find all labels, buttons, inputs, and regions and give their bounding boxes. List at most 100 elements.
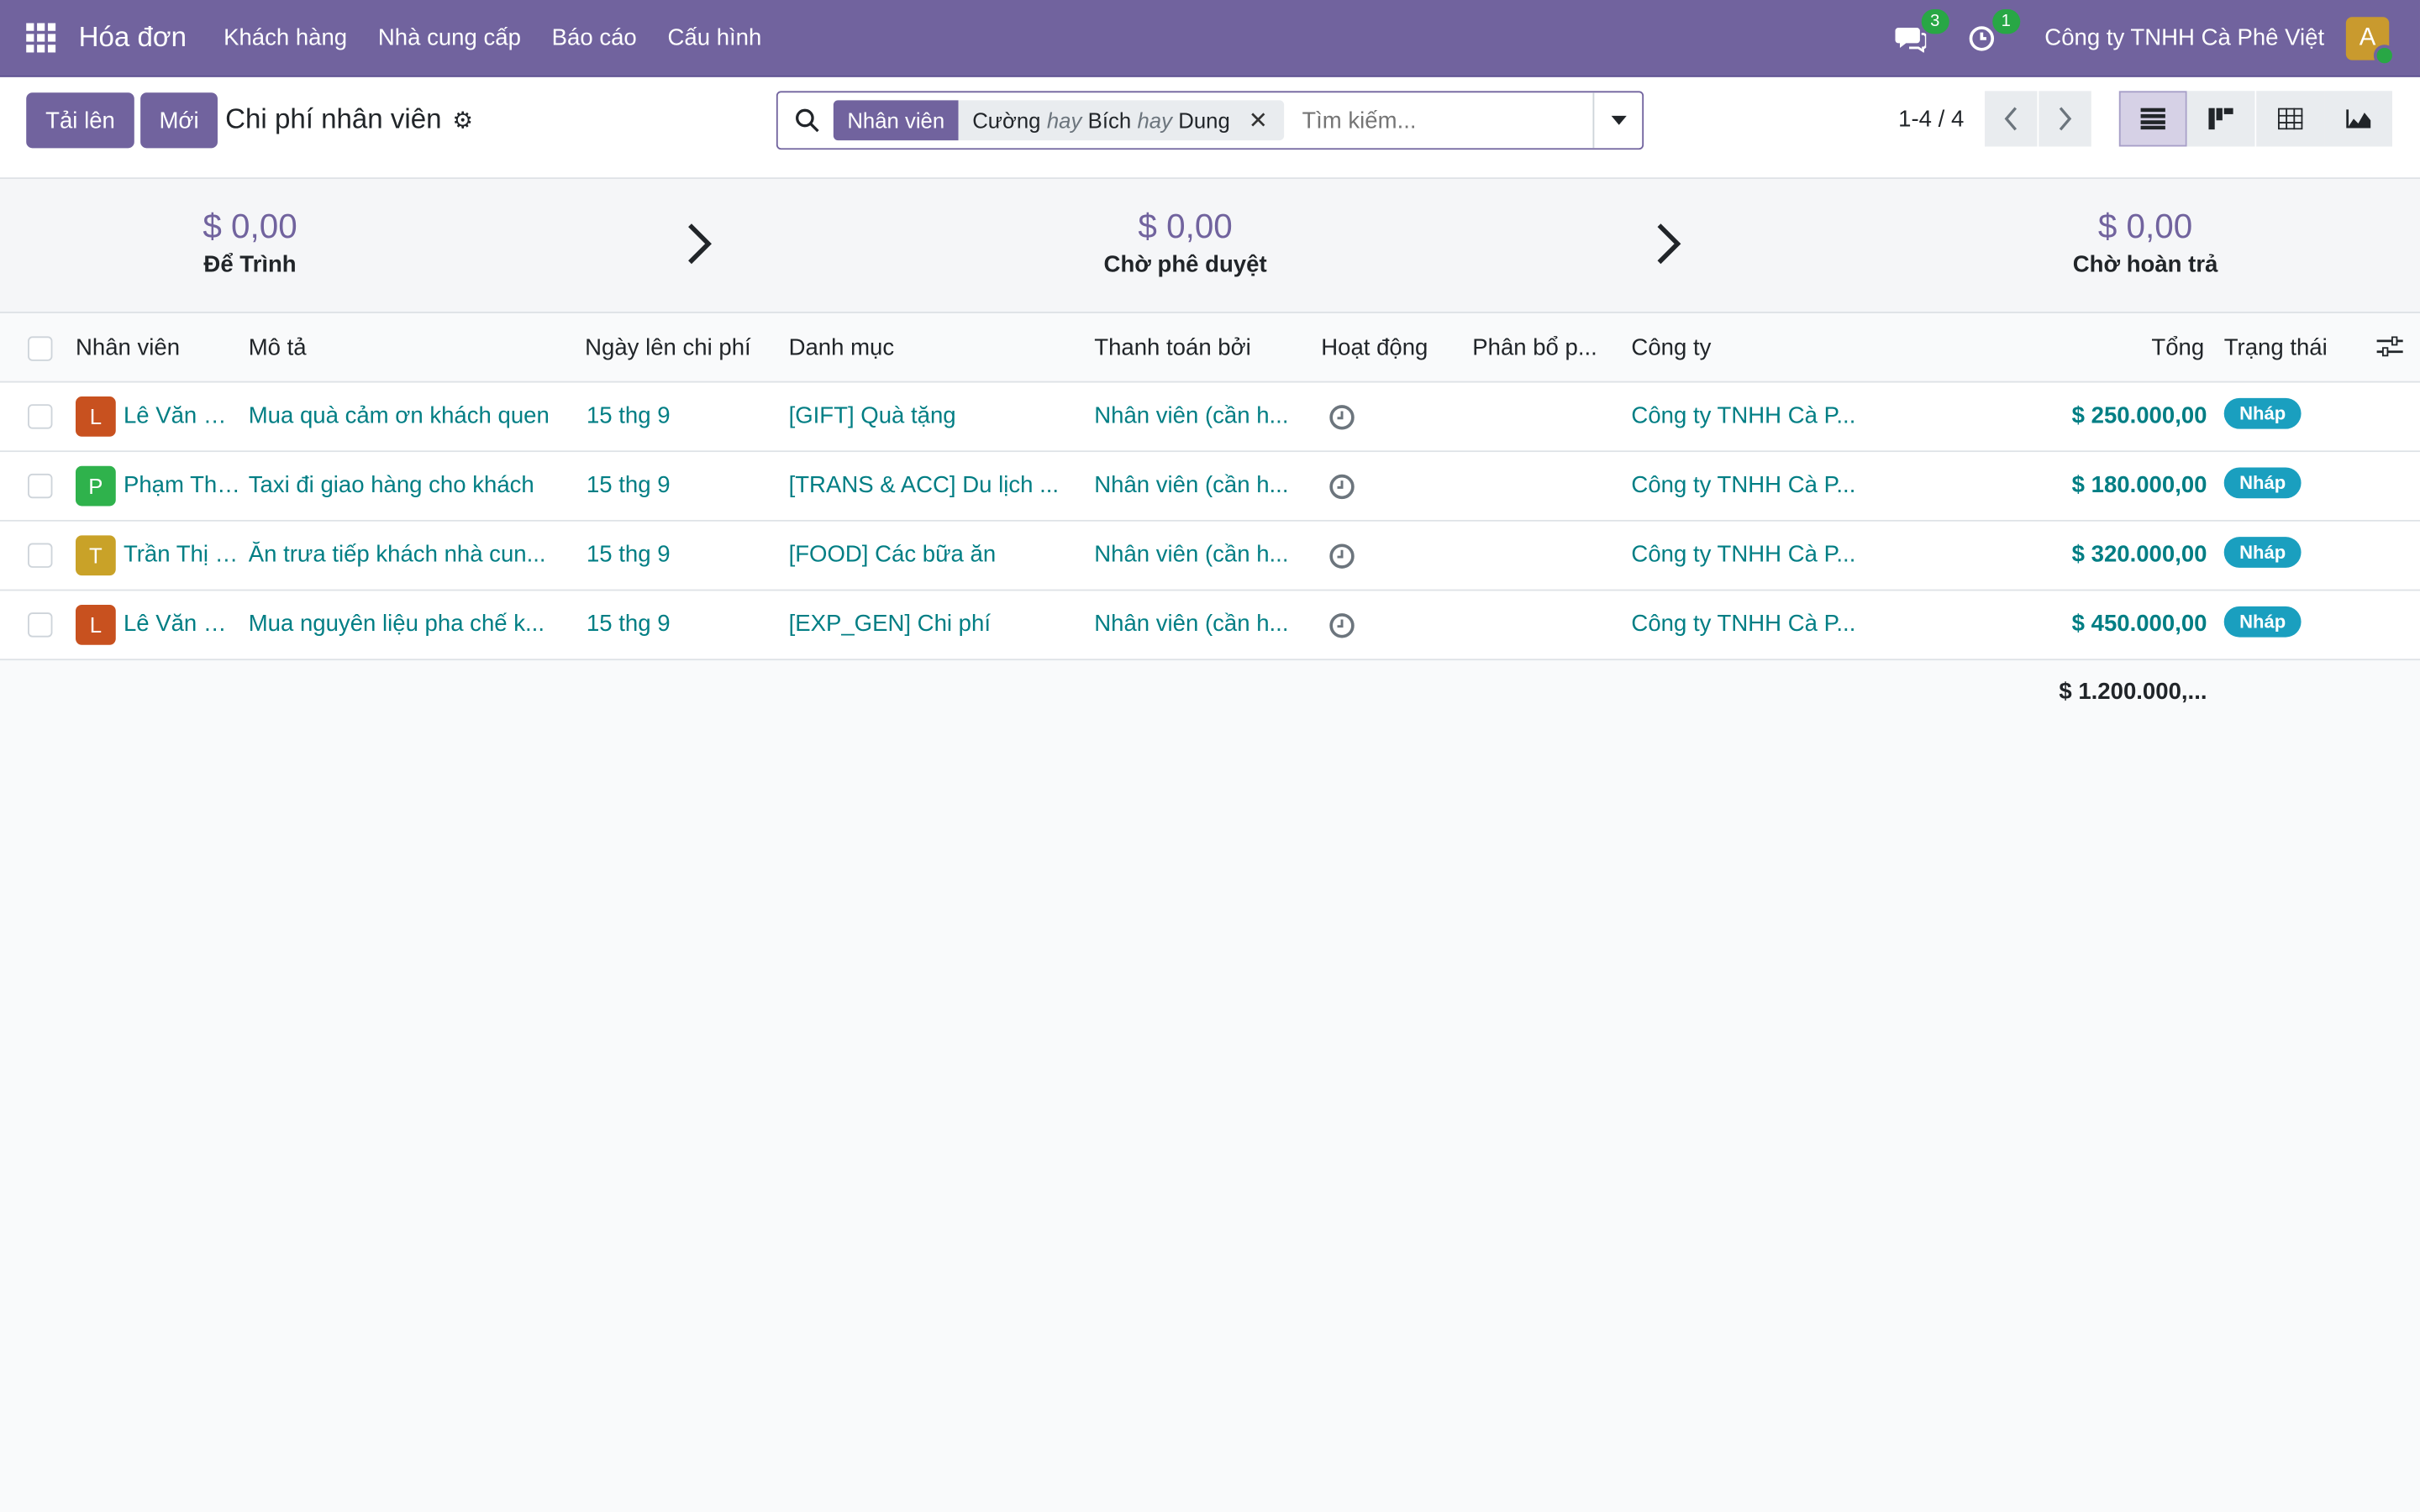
activity-clock-icon[interactable] bbox=[1328, 404, 1355, 437]
activity-clock-icon[interactable] bbox=[1328, 474, 1355, 507]
facet-label: Nhân viên bbox=[833, 100, 959, 141]
search-options-toggle[interactable] bbox=[1592, 92, 1643, 149]
cell-date[interactable]: 15 thg 9 bbox=[587, 472, 671, 498]
employee-avatar: P bbox=[75, 465, 116, 507]
employee-avatar: T bbox=[75, 535, 116, 576]
list-icon bbox=[2140, 108, 2165, 130]
apps-menu-icon[interactable] bbox=[26, 21, 60, 55]
cell-description[interactable]: Taxi đi giao hàng cho khách bbox=[249, 472, 566, 498]
facet-value: Dung bbox=[1178, 108, 1230, 133]
column-header-status[interactable]: Trạng thái bbox=[2224, 335, 2328, 361]
cell-employee[interactable]: Phạm Thị Dung bbox=[124, 472, 241, 498]
menu-item-vendors[interactable]: Nhà cung cấp bbox=[378, 24, 521, 50]
cell-category[interactable]: [GIFT] Quà tặng bbox=[789, 402, 1075, 428]
table-row[interactable]: T Trần Thị Bích Ăn trưa tiếp khách nhà c… bbox=[0, 521, 2420, 591]
cell-total[interactable]: $ 320.000,00 bbox=[2072, 542, 2207, 568]
row-checkbox[interactable] bbox=[28, 404, 53, 429]
cell-description[interactable]: Mua quà cảm ơn khách quen bbox=[249, 402, 566, 428]
facet-remove-icon[interactable]: ✕ bbox=[1249, 107, 1268, 134]
cell-category[interactable]: [TRANS & ACC] Du lịch ... bbox=[789, 472, 1075, 498]
cell-paid-by[interactable]: Nhân viên (cần h... bbox=[1094, 402, 1288, 428]
column-header-activity[interactable]: Hoạt động bbox=[1321, 335, 1428, 361]
pivot-view-button[interactable] bbox=[2256, 91, 2325, 147]
select-all-checkbox[interactable] bbox=[28, 336, 53, 361]
column-header-category[interactable]: Danh mục bbox=[789, 335, 895, 361]
column-header-description[interactable]: Mô tả bbox=[249, 335, 307, 361]
activities-button[interactable]: 1 bbox=[1961, 8, 2020, 58]
cell-total[interactable]: $ 180.000,00 bbox=[2072, 472, 2207, 498]
cell-paid-by[interactable]: Nhân viên (cần h... bbox=[1094, 472, 1288, 498]
user-avatar[interactable]: A bbox=[2345, 16, 2396, 66]
search-input[interactable] bbox=[1298, 105, 1568, 135]
activity-clock-icon[interactable] bbox=[1328, 543, 1355, 576]
table-row[interactable]: P Phạm Thị Dung Taxi đi giao hàng cho kh… bbox=[0, 452, 2420, 522]
graph-view-button[interactable] bbox=[2324, 91, 2392, 147]
menu-item-customers[interactable]: Khách hàng bbox=[224, 24, 347, 50]
cell-company[interactable]: Công ty TNHH Cà P... bbox=[1631, 402, 1855, 428]
cell-paid-by[interactable]: Nhân viên (cần h... bbox=[1094, 542, 1288, 568]
column-header-analytic[interactable]: Phân bổ p... bbox=[1472, 335, 1597, 361]
list-view-button[interactable] bbox=[2118, 91, 2187, 147]
company-switcher[interactable]: Công ty TNHH Cà Phê Việt bbox=[2044, 24, 2324, 50]
column-header-total[interactable]: Tổng bbox=[2151, 335, 2204, 361]
app-name[interactable]: Hóa đơn bbox=[79, 22, 187, 55]
stage-to-reimburse[interactable]: $ 0,00 Chờ hoàn trả bbox=[1991, 207, 2299, 277]
table-row[interactable]: L Lê Văn Cường Mua nguyên liệu pha chế k… bbox=[0, 591, 2420, 661]
facet-value: Cường bbox=[972, 108, 1041, 133]
kanban-icon bbox=[2208, 108, 2233, 130]
search-facet[interactable]: Nhân viên Cường hay Bích hay Dung ✕ bbox=[833, 100, 1284, 141]
pager-next-button[interactable] bbox=[2039, 91, 2091, 147]
table-row[interactable]: L Lê Văn Cường Mua quà cảm ơn khách quen… bbox=[0, 382, 2420, 453]
cell-description[interactable]: Ăn trưa tiếp khách nhà cun... bbox=[249, 542, 566, 568]
row-checkbox[interactable] bbox=[28, 612, 53, 638]
column-header-date[interactable]: Ngày lên chi phí bbox=[585, 335, 751, 361]
cell-date[interactable]: 15 thg 9 bbox=[587, 611, 671, 637]
upload-button[interactable]: Tải lên bbox=[26, 92, 134, 149]
facet-value: Bích bbox=[1087, 108, 1132, 133]
page-title: Chi phí nhân viên ⚙ bbox=[225, 103, 473, 136]
cell-total[interactable]: $ 450.000,00 bbox=[2072, 611, 2207, 637]
search-icon[interactable] bbox=[784, 108, 830, 133]
column-header-company[interactable]: Công ty bbox=[1631, 335, 1711, 361]
cell-category[interactable]: [FOOD] Các bữa ăn bbox=[789, 542, 1075, 568]
cell-date[interactable]: 15 thg 9 bbox=[587, 402, 671, 428]
pager-previous-button[interactable] bbox=[1985, 91, 2038, 147]
stage-to-approve[interactable]: $ 0,00 Chờ phê duyệt bbox=[1031, 207, 1339, 277]
user-initial: A bbox=[2359, 24, 2376, 50]
cell-company[interactable]: Công ty TNHH Cà P... bbox=[1631, 611, 1855, 637]
facet-or: hay bbox=[1046, 108, 1082, 133]
pager-value[interactable]: 1-4 / 4 bbox=[1898, 107, 1964, 133]
status-badge: Nháp bbox=[2223, 467, 2302, 499]
chevron-left-icon bbox=[2004, 107, 2018, 131]
cell-employee[interactable]: Lê Văn Cường bbox=[124, 402, 241, 428]
cell-description[interactable]: Mua nguyên liệu pha chế k... bbox=[249, 611, 566, 637]
cell-company[interactable]: Công ty TNHH Cà P... bbox=[1631, 472, 1855, 498]
menu-item-reporting[interactable]: Báo cáo bbox=[552, 24, 637, 50]
expense-table: Nhân viên Mô tả Ngày lên chi phí Danh mụ… bbox=[0, 313, 2420, 728]
gear-icon[interactable]: ⚙ bbox=[452, 106, 473, 134]
cell-total[interactable]: $ 250.000,00 bbox=[2072, 402, 2207, 428]
top-navbar: Hóa đơn Khách hàng Nhà cung cấp Báo cáo … bbox=[0, 0, 2420, 77]
optional-columns-icon[interactable] bbox=[2376, 336, 2403, 364]
stage-label: Chờ hoàn trả bbox=[2072, 251, 2218, 278]
activity-clock-icon[interactable] bbox=[1328, 612, 1355, 645]
menu-item-configuration[interactable]: Cấu hình bbox=[668, 24, 762, 50]
kanban-view-button[interactable] bbox=[2186, 91, 2255, 147]
caret-down-icon bbox=[1610, 115, 1626, 125]
cell-employee[interactable]: Trần Thị Bích bbox=[124, 542, 241, 568]
cell-employee[interactable]: Lê Văn Cường bbox=[124, 611, 241, 637]
chevron-right-icon bbox=[2059, 107, 2072, 131]
stage-label: Chờ phê duyệt bbox=[1103, 251, 1267, 278]
cell-company[interactable]: Công ty TNHH Cà P... bbox=[1631, 542, 1855, 568]
messages-button[interactable]: 3 bbox=[1891, 8, 1949, 58]
row-checkbox[interactable] bbox=[28, 473, 53, 499]
cell-paid-by[interactable]: Nhân viên (cần h... bbox=[1094, 611, 1288, 637]
column-header-employee[interactable]: Nhân viên bbox=[76, 335, 180, 361]
cell-date[interactable]: 15 thg 9 bbox=[587, 542, 671, 568]
stage-to-submit[interactable]: $ 0,00 Để Trình bbox=[96, 207, 404, 277]
cell-category[interactable]: [EXP_GEN] Chi phí bbox=[789, 611, 1075, 637]
new-button[interactable]: Mới bbox=[140, 92, 218, 149]
status-badge: Nháp bbox=[2223, 397, 2302, 429]
row-checkbox[interactable] bbox=[28, 543, 53, 568]
column-header-paid-by[interactable]: Thanh toán bởi bbox=[1094, 335, 1251, 361]
